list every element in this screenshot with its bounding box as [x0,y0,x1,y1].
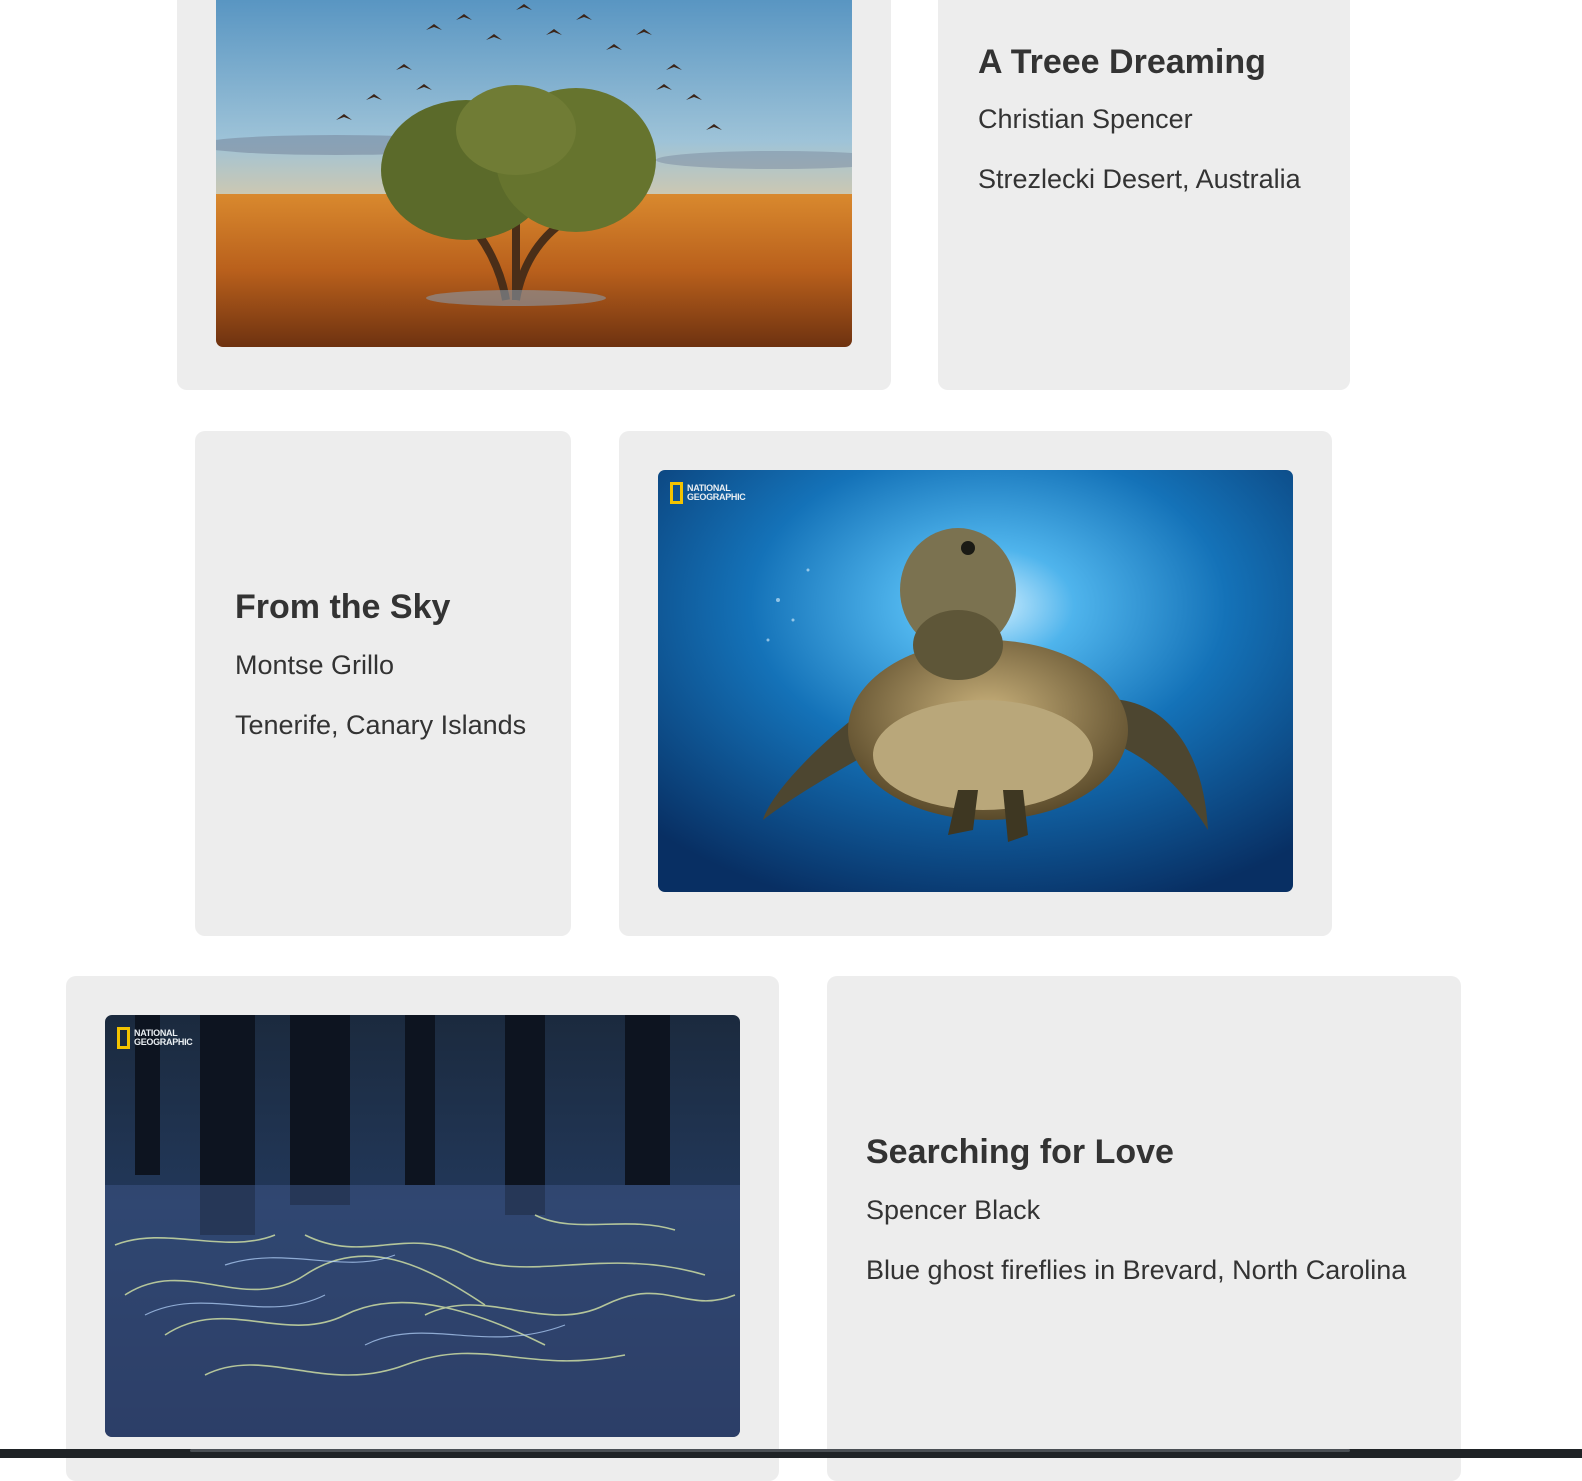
photo-card-image: NATIONAL GEOGRAPHIC [66,976,779,1481]
photographer-name: Christian Spencer [978,104,1193,134]
taskbar [0,1449,1582,1458]
photographer-name: Montse Grillo [235,650,395,680]
national-geographic-logo: NATIONAL GEOGRAPHIC [670,482,746,504]
photo-card-info: A Treee Dreaming Christian Spencer Strez… [938,0,1350,390]
photo-card-info: From the Sky Montse Grillo Tenerife, Can… [195,431,571,936]
photographer-name: Spencer Black [866,1195,1041,1225]
tree-photo[interactable] [216,0,852,347]
turtle-photo[interactable]: NATIONAL GEOGRAPHIC [658,470,1293,892]
fireflies-photo[interactable]: NATIONAL GEOGRAPHIC [105,1015,740,1437]
photo-title[interactable]: Searching for Love [866,1133,1174,1172]
photo-card-image [177,0,891,390]
photo-card-info: Searching for Love Spencer Black Blue gh… [827,976,1461,1481]
dock [190,1449,1350,1452]
photo-card-image: NATIONAL GEOGRAPHIC [619,431,1332,936]
photo-title[interactable]: A Treee Dreaming [978,43,1266,82]
photo-title[interactable]: From the Sky [235,588,450,627]
photo-location: Tenerife, Canary Islands [235,710,527,740]
photo-location: Strezlecki Desert, Australia [978,164,1301,194]
national-geographic-logo: NATIONAL GEOGRAPHIC [117,1027,193,1049]
photo-location: Blue ghost fireflies in Brevard, North C… [866,1255,1407,1285]
